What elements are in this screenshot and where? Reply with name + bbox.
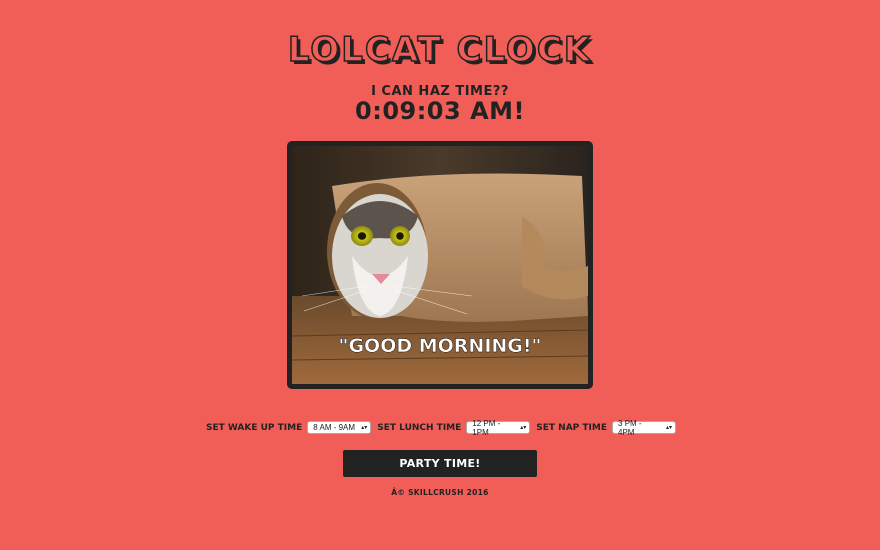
time-controls: Set Wake Up Time 8 AM - 9AM ▴▾ Set Lunch…	[0, 418, 880, 437]
photo-caption: "GOOD MORNING!"	[339, 335, 542, 357]
updown-chevron-icon: ▴▾	[520, 424, 527, 431]
wakeup-select[interactable]: 8 AM - 9AM ▴▾	[307, 421, 372, 434]
nap-select[interactable]: 3 PM - 4PM ▴▾	[612, 418, 677, 437]
footer-copyright: Â© Skillcrush 2016	[391, 488, 489, 497]
wakeup-select-value: 8 AM - 9AM	[313, 423, 356, 432]
page-title: Lolcat Clock	[287, 29, 593, 71]
updown-chevron-icon: ▴▾	[665, 424, 673, 431]
wakeup-label: Set Wake Up Time	[205, 422, 303, 433]
lolcat-image: "GOOD MORNING!"	[287, 141, 593, 389]
updown-chevron-icon: ▴▾	[361, 424, 368, 431]
lunch-select-value: 12 PM - 1PM	[472, 418, 501, 437]
party-time-button[interactable]: Party Time!	[343, 450, 537, 477]
lunch-select[interactable]: 12 PM - 1PM ▴▾	[466, 418, 531, 437]
page: Lolcat Clock I can haz time?? 0:09:03 AM…	[0, 0, 880, 550]
clock-display: 0:09:03 AM!	[355, 97, 525, 125]
nap-select-value: 3 PM - 4PM	[618, 418, 642, 437]
nap-label: Set Nap Time	[536, 422, 608, 433]
lunch-label: Set Lunch Time	[377, 422, 462, 433]
lolcat-photo: "GOOD MORNING!"	[292, 146, 588, 384]
